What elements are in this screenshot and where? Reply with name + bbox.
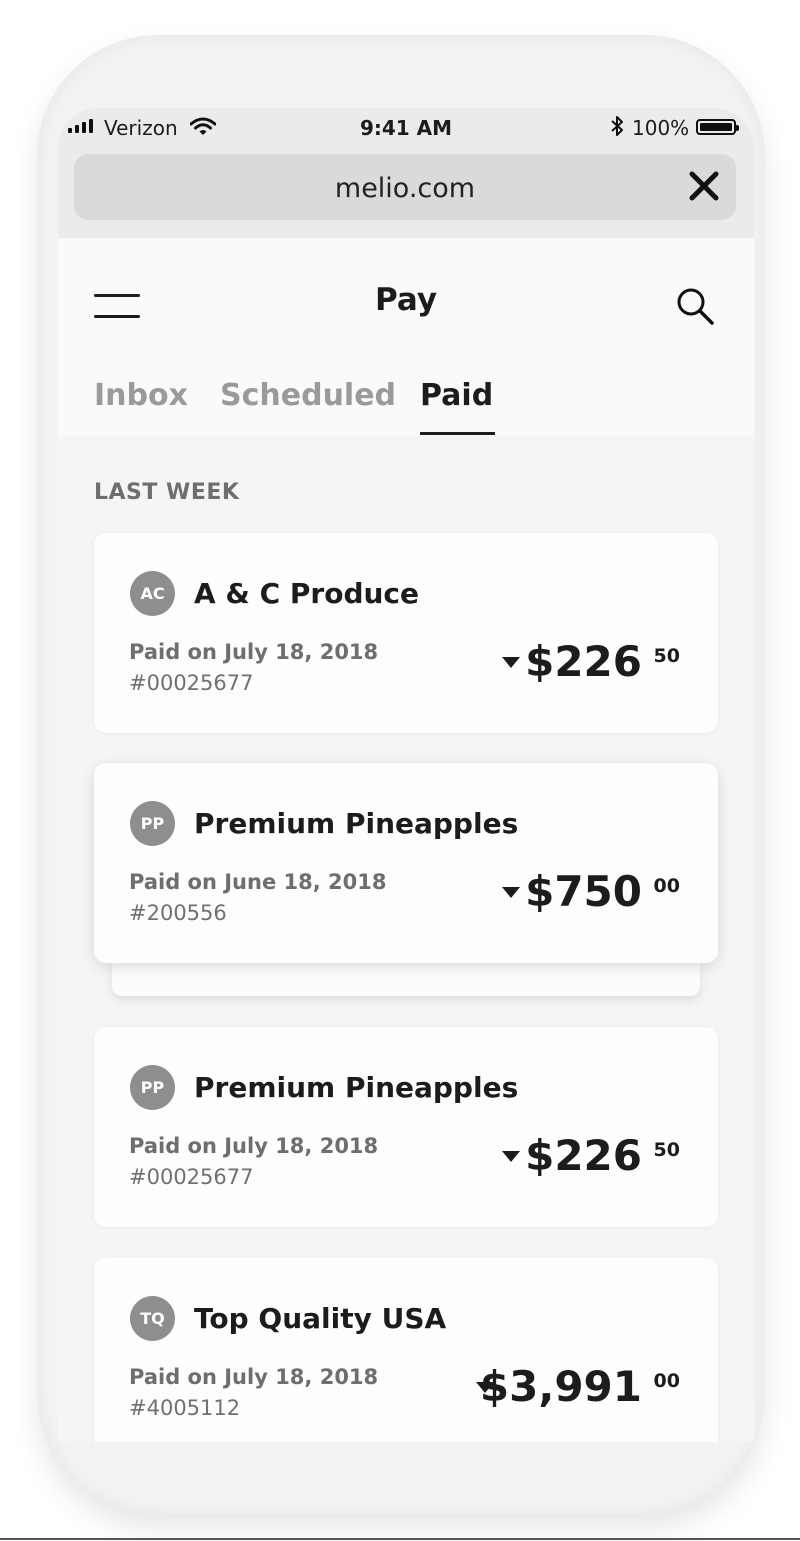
vendor-avatar: TQ — [130, 1296, 175, 1341]
divider — [0, 1538, 800, 1540]
section-heading: LAST WEEK — [94, 480, 240, 505]
close-icon[interactable] — [684, 166, 724, 206]
active-tab-indicator — [420, 432, 495, 435]
vendor-name: Premium Pineapples — [194, 1071, 519, 1104]
paid-date: Paid on July 18, 2018 — [129, 1134, 379, 1158]
vendor-name: Premium Pineapples — [194, 807, 519, 840]
payment-card[interactable]: PP Premium Pineapples Paid on June 18, 2… — [94, 763, 718, 963]
stacked-card-shadow — [112, 962, 700, 996]
bluetooth-icon — [610, 115, 624, 142]
tab-bar: Inbox Scheduled Paid — [58, 374, 754, 436]
paid-date: Paid on June 18, 2018 — [129, 870, 387, 894]
caret-down-icon[interactable] — [502, 657, 520, 668]
vendor-name: A & C Produce — [194, 577, 420, 610]
paid-date: Paid on July 18, 2018 — [129, 1365, 379, 1389]
vendor-avatar: AC — [130, 571, 175, 616]
address-bar[interactable]: melio.com — [74, 154, 736, 220]
vendor-avatar: PP — [130, 1065, 175, 1110]
payment-cents: 50 — [653, 1139, 680, 1161]
payment-card[interactable]: AC A & C Produce Paid on July 18, 2018 #… — [94, 533, 718, 733]
invoice-number: #4005112 — [129, 1396, 241, 1420]
page-title: Pay — [374, 282, 438, 318]
tab-inbox[interactable]: Inbox — [94, 378, 188, 413]
invoice-number: #200556 — [129, 901, 227, 925]
payment-cents: 50 — [653, 645, 680, 667]
battery-percent: 100% — [632, 116, 690, 140]
phone-screen: Verizon 9:41 AM 100% melio.com Pay Inbox… — [58, 108, 754, 1442]
status-bar: Verizon 9:41 AM 100% — [58, 108, 754, 146]
app-header: Pay Inbox Scheduled Paid — [58, 238, 754, 436]
battery-icon — [696, 119, 739, 135]
payment-amount: $3,991 — [479, 1362, 642, 1411]
vendor-name: Top Quality USA — [194, 1302, 447, 1335]
caret-down-icon[interactable] — [502, 887, 520, 898]
tab-scheduled[interactable]: Scheduled — [220, 378, 396, 413]
tab-paid[interactable]: Paid — [420, 378, 493, 413]
payment-cents: 00 — [653, 875, 680, 897]
payment-amount: $226 — [525, 1131, 642, 1180]
payment-amount: $750 — [525, 867, 642, 916]
browser-toolbar: melio.com — [58, 146, 754, 238]
payment-cents: 00 — [653, 1370, 680, 1392]
payment-card[interactable]: TQ Top Quality USA Paid on July 18, 2018… — [94, 1258, 718, 1442]
caret-down-icon[interactable] — [502, 1151, 520, 1162]
vendor-avatar: PP — [130, 801, 175, 846]
url-text: melio.com — [334, 173, 476, 204]
payment-card[interactable]: PP Premium Pineapples Paid on July 18, 2… — [94, 1027, 718, 1227]
invoice-number: #00025677 — [129, 1165, 254, 1189]
paid-date: Paid on July 18, 2018 — [129, 640, 379, 664]
search-icon[interactable] — [674, 285, 716, 327]
invoice-number: #00025677 — [129, 671, 254, 695]
payment-amount: $226 — [525, 637, 642, 686]
